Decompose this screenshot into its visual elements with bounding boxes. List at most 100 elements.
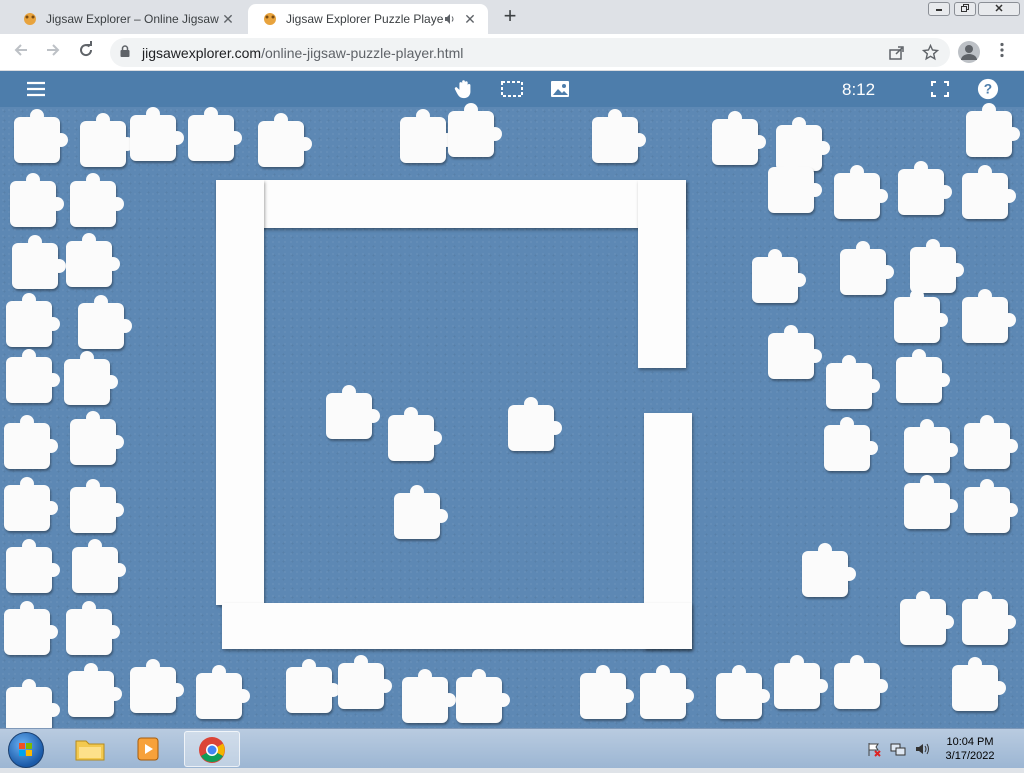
tab-jigsaw-explorer-home[interactable]: Jigsaw Explorer – Online Jigsaw P ✕ (8, 4, 246, 34)
assembled-border-bottom[interactable] (222, 603, 692, 649)
close-window-button[interactable] (978, 2, 1020, 16)
puzzle-piece[interactable] (904, 475, 958, 529)
puzzle-piece[interactable] (66, 601, 120, 655)
puzzle-piece[interactable] (6, 539, 60, 593)
taskbar-chrome[interactable] (184, 731, 240, 767)
puzzle-piece[interactable] (894, 289, 948, 343)
profile-avatar[interactable] (958, 41, 980, 63)
puzzle-piece[interactable] (768, 325, 822, 379)
puzzle-piece[interactable] (900, 591, 954, 645)
address-bar[interactable]: jigsawexplorer.com/online-jigsaw-puzzle-… (110, 38, 950, 67)
puzzle-piece[interactable] (394, 485, 448, 539)
puzzle-piece[interactable] (130, 107, 184, 161)
assembled-border-top[interactable] (216, 180, 686, 228)
puzzle-piece[interactable] (6, 679, 60, 733)
puzzle-piece[interactable] (952, 657, 1006, 711)
puzzle-piece[interactable] (402, 669, 456, 723)
puzzle-piece[interactable] (4, 477, 58, 531)
new-tab-button[interactable]: + (498, 5, 522, 29)
puzzle-piece[interactable] (68, 663, 122, 717)
puzzle-piece[interactable] (962, 289, 1016, 343)
puzzle-piece[interactable] (776, 117, 830, 171)
assembled-border-left[interactable] (216, 180, 264, 605)
puzzle-piece[interactable] (326, 385, 380, 439)
back-button[interactable] (10, 41, 32, 63)
speaker-icon[interactable] (444, 13, 456, 25)
puzzle-piece[interactable] (898, 161, 952, 215)
puzzle-piece[interactable] (12, 235, 66, 289)
tab-puzzle-player[interactable]: Jigsaw Explorer Puzzle Player ✕ (248, 4, 488, 34)
menu-icon[interactable] (24, 78, 48, 100)
minimize-button[interactable] (928, 2, 950, 16)
puzzle-piece[interactable] (6, 293, 60, 347)
bookmark-star-icon[interactable] (922, 44, 939, 61)
selection-icon[interactable] (500, 78, 524, 100)
puzzle-piece[interactable] (72, 539, 126, 593)
network-icon[interactable] (890, 741, 906, 757)
puzzle-piece[interactable] (130, 659, 184, 713)
taskbar-explorer[interactable] (62, 731, 118, 767)
puzzle-piece[interactable] (70, 479, 124, 533)
browser-menu-button[interactable] (991, 41, 1013, 63)
puzzle-piece[interactable] (768, 159, 822, 213)
puzzle-piece[interactable] (712, 111, 766, 165)
puzzle-piece[interactable] (834, 655, 888, 709)
action-center-flag-icon[interactable] (866, 741, 882, 757)
tab-close-icon[interactable]: ✕ (462, 11, 478, 28)
puzzle-piece[interactable] (840, 241, 894, 295)
puzzle-piece[interactable] (824, 417, 878, 471)
puzzle-piece[interactable] (70, 173, 124, 227)
puzzle-piece[interactable] (10, 173, 64, 227)
puzzle-piece[interactable] (4, 415, 58, 469)
image-icon[interactable] (548, 78, 572, 100)
puzzle-piece[interactable] (752, 249, 806, 303)
hand-icon[interactable] (452, 78, 476, 100)
puzzle-piece[interactable] (508, 397, 562, 451)
puzzle-piece[interactable] (774, 655, 828, 709)
puzzle-piece[interactable] (80, 113, 134, 167)
assembled-border-right-upper[interactable] (638, 180, 686, 368)
puzzle-piece[interactable] (966, 103, 1020, 157)
system-clock[interactable]: 10:04 PM 3/17/2022 (940, 735, 1000, 763)
taskbar-media-player[interactable] (122, 731, 178, 767)
puzzle-piece[interactable] (964, 479, 1018, 533)
puzzle-piece[interactable] (802, 543, 856, 597)
url-text[interactable]: jigsawexplorer.com/online-jigsaw-puzzle-… (142, 45, 463, 61)
puzzle-piece[interactable] (286, 659, 340, 713)
puzzle-piece[interactable] (962, 591, 1016, 645)
puzzle-piece[interactable] (716, 665, 770, 719)
puzzle-piece[interactable] (826, 355, 880, 409)
puzzle-piece[interactable] (64, 351, 118, 405)
puzzle-piece[interactable] (14, 109, 68, 163)
puzzle-piece[interactable] (400, 109, 454, 163)
puzzle-board[interactable] (0, 103, 1024, 733)
forward-button[interactable] (42, 41, 64, 63)
puzzle-piece[interactable] (78, 295, 132, 349)
puzzle-piece[interactable] (592, 109, 646, 163)
start-button[interactable] (8, 732, 44, 768)
puzzle-piece[interactable] (4, 601, 58, 655)
puzzle-piece[interactable] (388, 407, 442, 461)
puzzle-piece[interactable] (338, 655, 392, 709)
reload-button[interactable] (75, 41, 97, 63)
puzzle-piece[interactable] (834, 165, 888, 219)
puzzle-piece[interactable] (904, 419, 958, 473)
puzzle-piece[interactable] (640, 665, 694, 719)
puzzle-piece[interactable] (196, 665, 250, 719)
tab-close-icon[interactable]: ✕ (220, 11, 236, 28)
puzzle-piece[interactable] (6, 349, 60, 403)
puzzle-piece[interactable] (456, 669, 510, 723)
fullscreen-icon[interactable] (928, 78, 952, 100)
puzzle-piece[interactable] (70, 411, 124, 465)
puzzle-piece[interactable] (910, 239, 964, 293)
puzzle-piece[interactable] (962, 165, 1016, 219)
volume-icon[interactable] (914, 741, 930, 757)
help-icon[interactable]: ? (976, 78, 1000, 100)
puzzle-piece[interactable] (258, 113, 312, 167)
share-icon[interactable] (888, 44, 905, 61)
lock-icon[interactable] (120, 45, 130, 57)
puzzle-piece[interactable] (580, 665, 634, 719)
puzzle-piece[interactable] (964, 415, 1018, 469)
puzzle-piece[interactable] (188, 107, 242, 161)
puzzle-piece[interactable] (448, 103, 502, 157)
